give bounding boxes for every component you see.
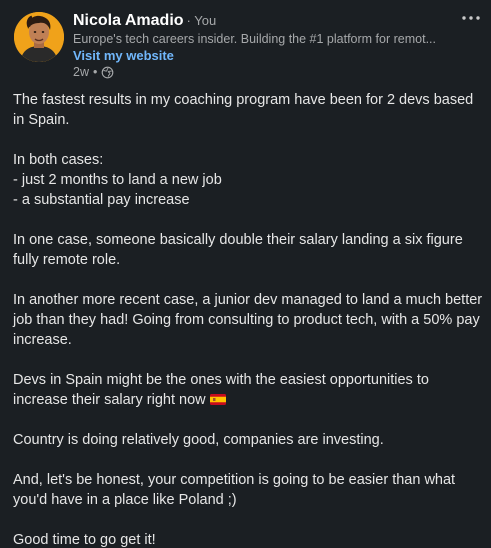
post-line: In both cases: (13, 150, 483, 170)
meta-separator: • (92, 65, 98, 79)
post-line-text: - just 2 months to land a new job (13, 172, 222, 188)
post-line: In one case, someone basically double th… (13, 230, 483, 270)
post-line: Devs in Spain might be the ones with the… (13, 370, 483, 410)
post-meta: 2w • (73, 65, 114, 79)
post-line: Good time to go get it! (13, 530, 483, 548)
post-line-text: In both cases: (13, 152, 104, 168)
post-paragraph: The fastest results in my coaching progr… (13, 90, 483, 130)
post-paragraph: Country is doing relatively good, compan… (13, 430, 483, 450)
post-line-text: In one case, someone basically double th… (13, 232, 463, 268)
post-paragraph: And, let's be honest, your competition i… (13, 470, 483, 510)
post-line: In another more recent case, a junior de… (13, 290, 483, 350)
you-badge: · You (186, 13, 217, 28)
post-paragraph: In both cases: - just 2 months to land a … (13, 150, 483, 210)
post-line-text: And, let's be honest, your competition i… (13, 472, 456, 508)
visit-website-link[interactable]: Visit my website (73, 48, 174, 63)
author-name[interactable]: Nicola Amadio (73, 12, 184, 30)
author-name-row: Nicola Amadio · You (73, 12, 216, 32)
post-paragraph: In one case, someone basically double th… (13, 230, 483, 270)
post-header: Nicola Amadio · You Europe's tech career… (0, 0, 491, 90)
post-line-text: - a substantial pay increase (13, 192, 190, 208)
post-paragraph: In another more recent case, a junior de… (13, 290, 483, 350)
post-line: And, let's be honest, your competition i… (13, 470, 483, 510)
post-paragraph: Devs in Spain might be the ones with the… (13, 370, 483, 410)
post-line: - just 2 months to land a new job (13, 170, 483, 190)
post-line-text: Good time to go get it! (13, 532, 156, 548)
post-card: Nicola Amadio · You Europe's tech career… (0, 0, 491, 548)
post-line: - a substantial pay increase (13, 190, 483, 210)
post-line-text: The fastest results in my coaching progr… (13, 92, 474, 128)
spain-flag-icon (209, 391, 226, 405)
post-line: The fastest results in my coaching progr… (13, 90, 483, 130)
more-dots-icon[interactable] (459, 8, 483, 28)
post-body: The fastest results in my coaching progr… (13, 90, 483, 548)
post-timestamp: 2w (73, 65, 89, 79)
author-avatar[interactable] (14, 12, 64, 62)
post-line-text: In another more recent case, a junior de… (13, 292, 483, 348)
globe-icon (101, 66, 114, 79)
post-line-text: Country is doing relatively good, compan… (13, 432, 384, 448)
post-line: Country is doing relatively good, compan… (13, 430, 483, 450)
author-headline: Europe's tech careers insider. Building … (73, 32, 436, 46)
post-paragraph: Good time to go get it! (13, 530, 483, 548)
